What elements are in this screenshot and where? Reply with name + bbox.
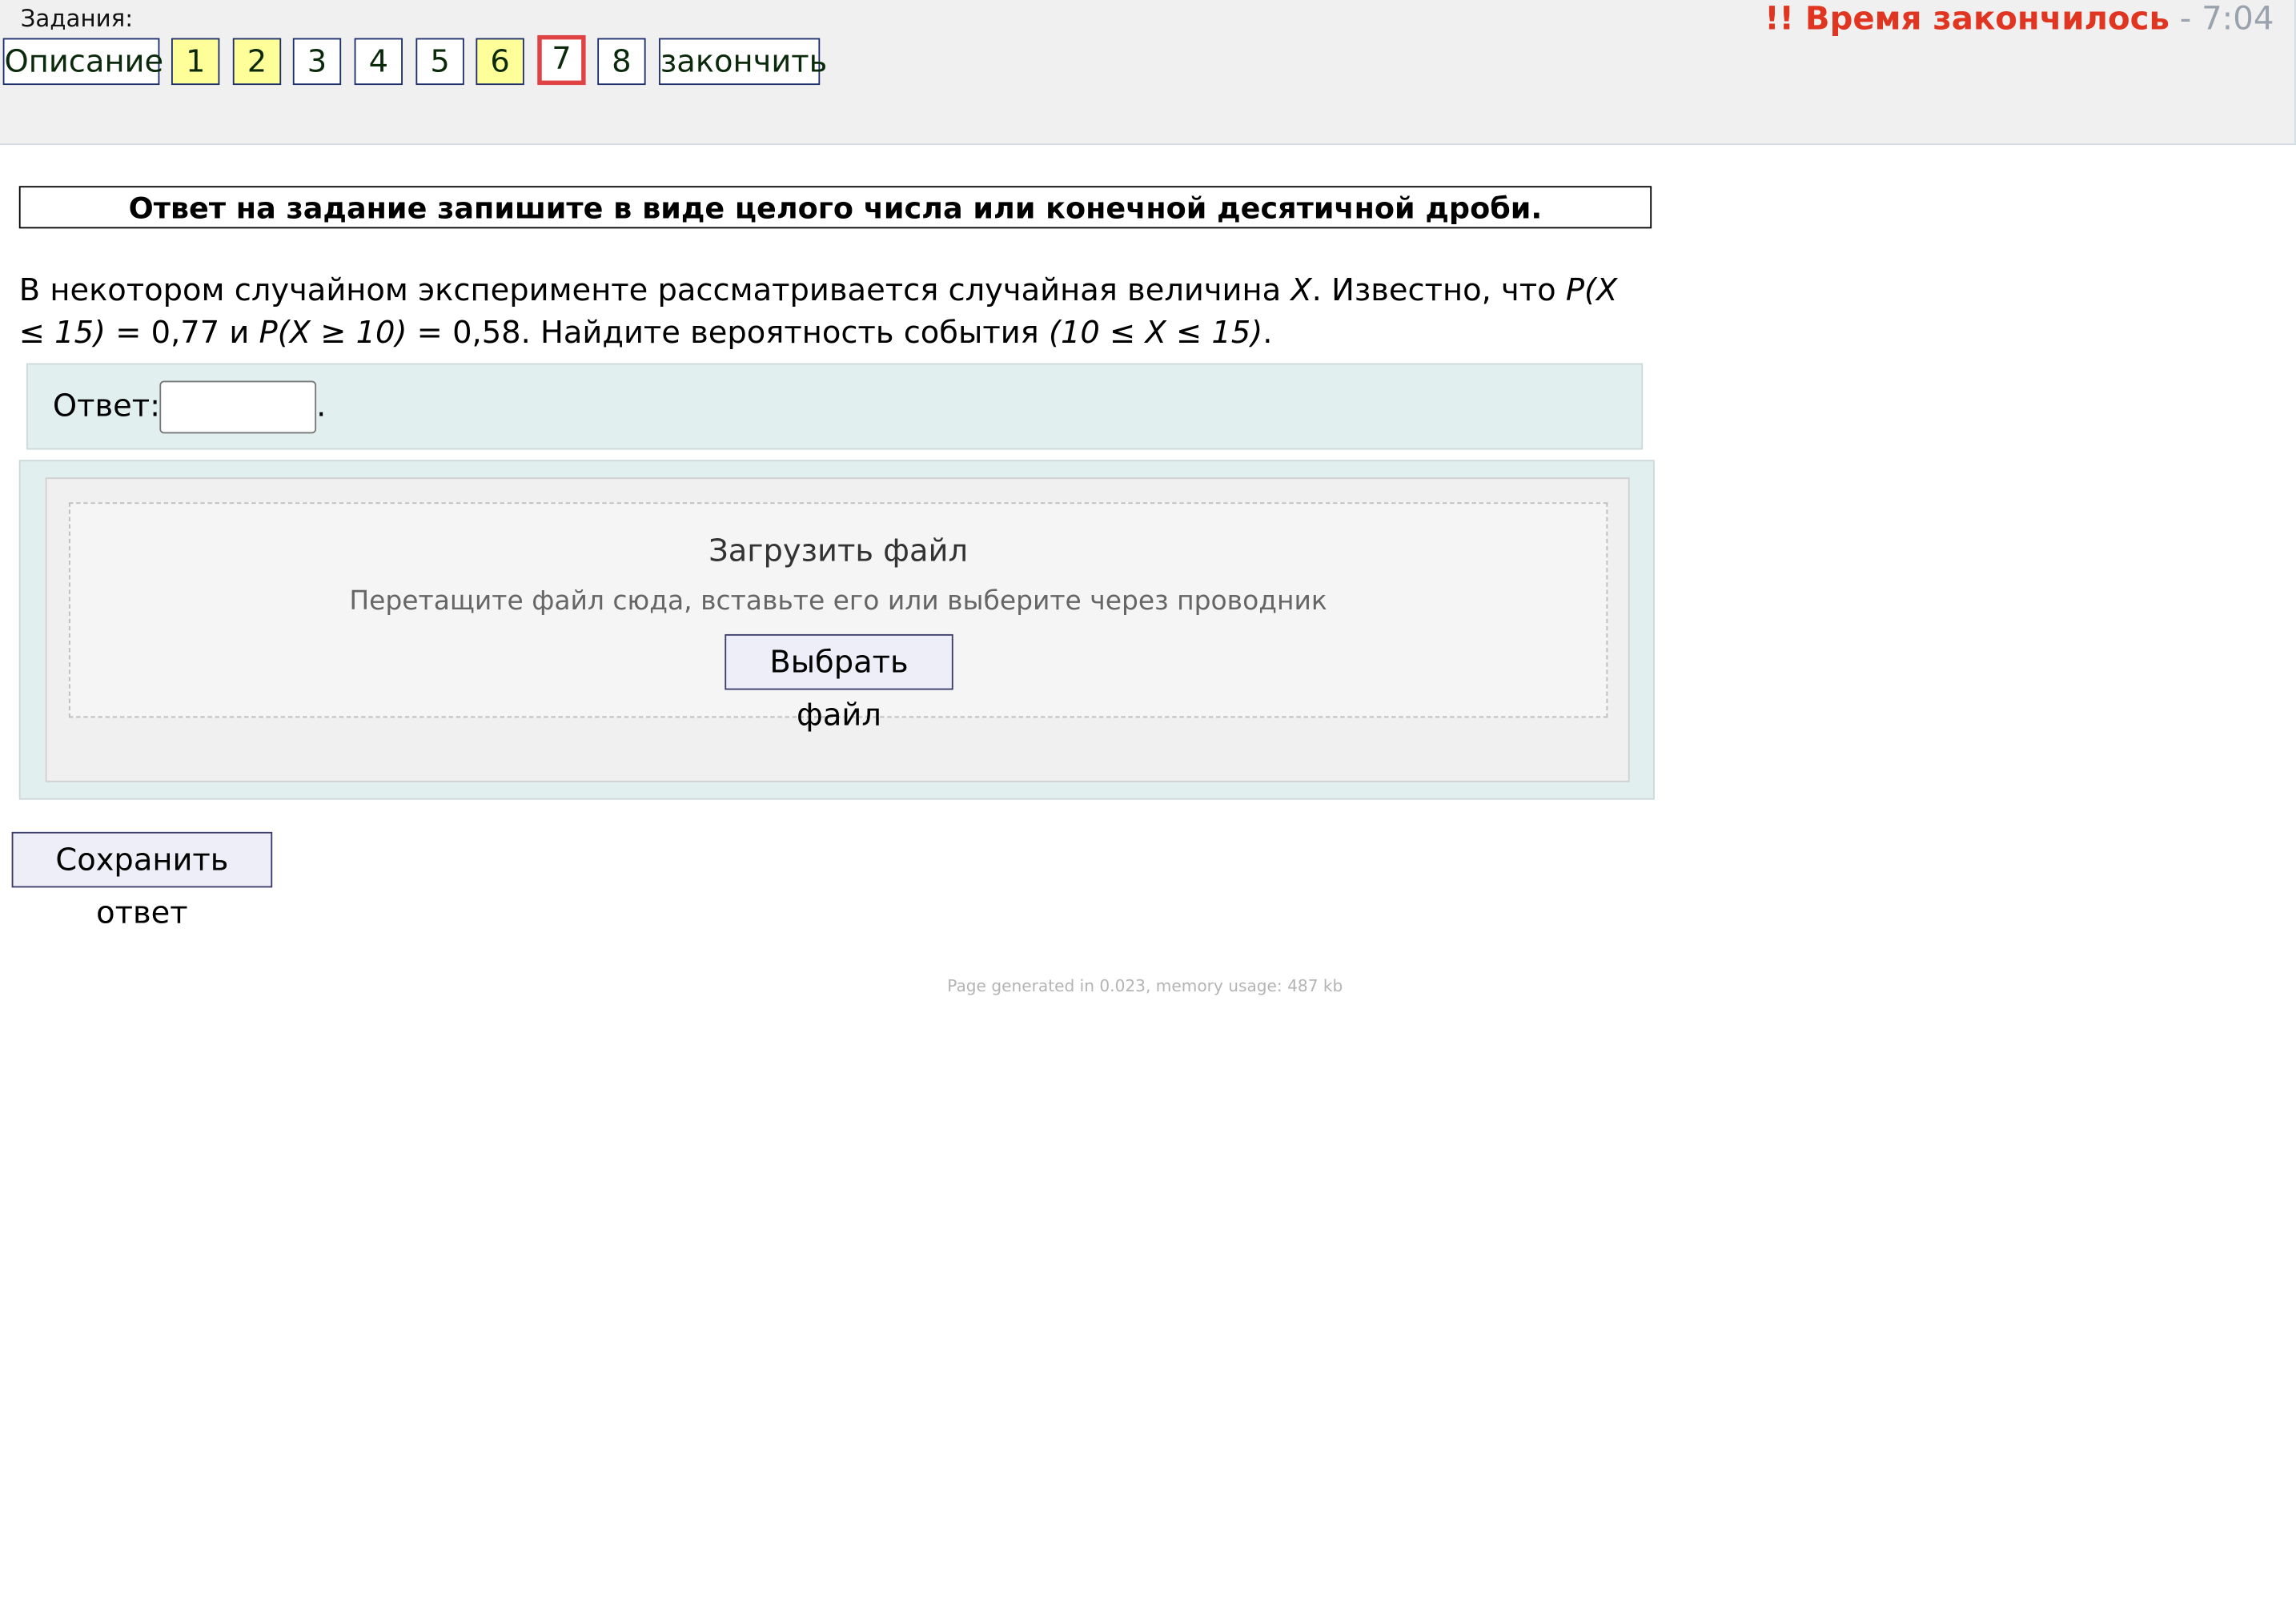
file-dropzone[interactable]: Загрузить файл Перетащите файл сюда, вст…	[68, 502, 1608, 733]
question-text-part: . Известно, что	[1311, 272, 1566, 308]
nav-task-7-button[interactable]: 7	[537, 34, 586, 86]
nav-task-3-button[interactable]: 3	[292, 38, 342, 86]
choose-file-button[interactable]: Выбрать файл	[725, 633, 953, 733]
nav-task-2-button[interactable]: 2	[232, 38, 282, 86]
nav-description-button[interactable]: Описание	[2, 38, 163, 86]
upload-hint: Перетащите файл сюда, вставьте его или в…	[349, 585, 1327, 617]
answer-format-instruction: Ответ на задание запишите в виде целого …	[18, 186, 1652, 229]
question-formula: P(X ≥ 10)	[259, 315, 407, 351]
tasks-label: Задания:	[20, 4, 134, 33]
page-generation-footer: Page generated in 0.023, memory usage: 4…	[947, 976, 1343, 996]
file-upload-panel: Загрузить файл Перетащите файл сюда, вст…	[18, 460, 1655, 800]
nav-finish-button[interactable]: закончить	[659, 38, 827, 86]
upload-title: Загрузить файл	[708, 533, 969, 569]
timer-time: 7:04	[2202, 1, 2274, 38]
file-upload-container: Загрузить файл Перетащите файл сюда, вст…	[45, 477, 1630, 782]
nav-task-4-button[interactable]: 4	[354, 38, 403, 86]
timer-alert: !! Время закончилось	[1764, 1, 2170, 38]
save-answer-button[interactable]: Сохранить ответ	[11, 831, 273, 930]
answer-panel: Ответ: .	[26, 363, 1644, 450]
nav-task-5-button[interactable]: 5	[415, 38, 464, 86]
timer-separator: -	[2169, 1, 2202, 38]
timer: !! Время закончилось - 7:04	[1764, 2, 2274, 38]
question-formula: (10 ≤ X ≤ 15)	[1048, 315, 1263, 351]
question-text-part: .	[1262, 315, 1273, 351]
question-text: В некотором случайном эксперименте рассм…	[19, 270, 1630, 355]
question-text-part: = 0,77 и	[106, 315, 259, 351]
answer-suffix: .	[316, 388, 327, 424]
question-text-part: В некотором случайном эксперименте рассм…	[18, 272, 1291, 308]
nav-task-1-button[interactable]: 1	[171, 38, 220, 86]
task-navigation-bar: Задания: Описание 1 2 3 4 5 6 7 8 законч…	[0, 0, 2296, 146]
question-text-part: = 0,58. Найдите вероятность события	[407, 315, 1049, 351]
page: Задания: Описание 1 2 3 4 5 6 7 8 законч…	[0, 0, 2296, 1608]
nav-task-8-button[interactable]: 8	[597, 38, 646, 86]
question-formula: X	[1290, 272, 1312, 308]
answer-input[interactable]	[159, 380, 317, 434]
answer-label: Ответ:	[52, 388, 161, 424]
nav-task-6-button[interactable]: 6	[476, 38, 524, 86]
